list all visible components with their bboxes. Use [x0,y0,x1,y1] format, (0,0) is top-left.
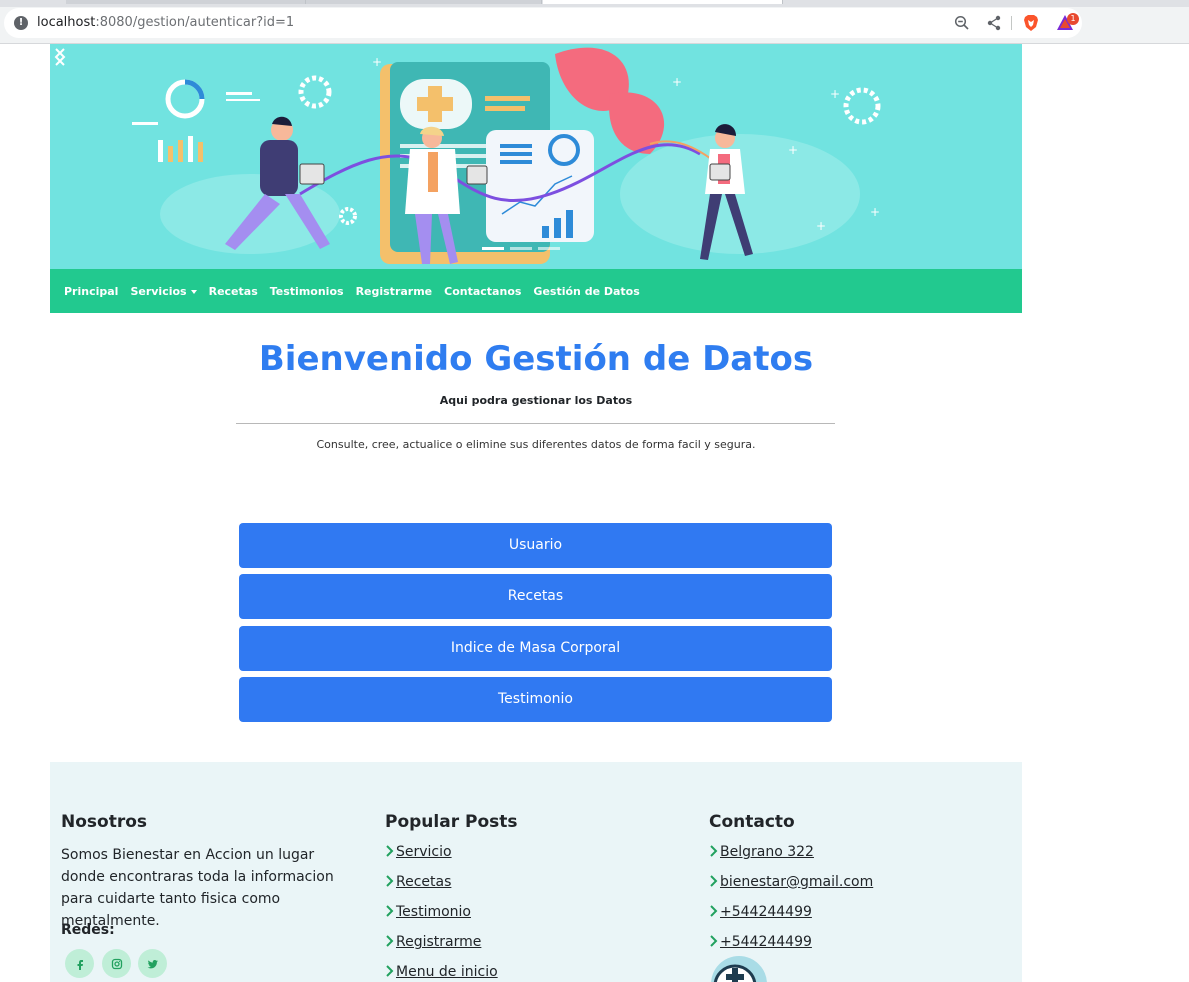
nav-recetas[interactable]: Recetas [209,285,258,298]
chevron-right-icon [386,935,394,947]
rewards-badge: 1 [1067,13,1079,25]
contact-address[interactable]: Belgrano 322 [709,844,814,860]
carousel-indicator[interactable] [510,247,532,250]
svg-text:+: + [816,219,826,233]
svg-text:+: + [788,143,798,157]
nav-gestion-datos[interactable]: Gestión de Datos [533,285,639,298]
browser-tab-active[interactable] [543,0,783,4]
divider [236,423,835,424]
footer-about-title: Nosotros [61,812,148,832]
chevron-right-icon [710,935,718,947]
recetas-button[interactable]: Recetas [239,574,832,619]
usuario-button[interactable]: Usuario [239,523,832,568]
svg-text:+: + [830,87,840,101]
footer-link-servicio[interactable]: Servicio [385,844,452,860]
nav-servicios-label: Servicios [130,284,187,298]
instagram-button[interactable] [102,949,131,978]
browser-tab[interactable] [306,0,542,4]
footer-link-registrarme[interactable]: Registrarme [385,934,481,950]
page-title: Bienvenido Gestión de Datos [258,339,814,379]
chevron-right-icon [386,875,394,887]
url-text[interactable]: localhost:8080/gestion/autenticar?id=1 [37,15,294,30]
chevron-right-icon [386,965,394,977]
facebook-button[interactable] [65,949,94,978]
contact-email[interactable]: bienestar@gmail.com [709,874,873,890]
page-subtitle: Aqui podra gestionar los Datos [439,394,633,407]
page: + + + + + + Principal Servicios Recetas … [0,44,1189,982]
page-description: Consulte, cree, actualice o elimine sus … [316,438,756,451]
medical-team-illustration: + + + + + + [132,47,881,264]
carousel-indicator[interactable] [482,247,504,250]
brave-shields-icon[interactable] [1022,14,1040,32]
share-icon[interactable] [986,15,1002,31]
instagram-icon [111,958,122,969]
carousel-next-icon[interactable] [50,44,70,70]
footer-link-label: Testimonio [396,904,471,920]
testimonio-button[interactable]: Testimonio [239,677,832,722]
caret-down-icon [190,289,197,294]
footer: Nosotros Somos Bienestar en Accion un lu… [50,762,1022,982]
hero-carousel: + + + + + + [50,44,1022,269]
chevron-right-icon [386,905,394,917]
zoom-out-icon[interactable] [954,15,970,31]
twitter-button[interactable] [138,949,167,978]
chevron-right-icon [710,845,718,857]
footer-posts-title: Popular Posts [385,812,518,832]
svg-text:+: + [372,55,382,69]
nav-servicios-dropdown[interactable]: Servicios [130,284,197,298]
toolbar-separator [1011,16,1012,30]
carousel-indicator[interactable] [538,247,560,250]
chevron-right-icon [710,905,718,917]
not-secure-warning-icon[interactable]: ! [14,16,28,30]
footer-link-label: Registrarme [396,934,482,950]
svg-text:+: + [672,75,682,89]
footer-about-text: Somos Bienestar en Accion un lugar donde… [61,847,334,929]
url-host: localhost [37,15,96,30]
footer-link-recetas[interactable]: Recetas [385,874,451,890]
nav-registrarme[interactable]: Registrarme [356,285,433,298]
nav-testimonios[interactable]: Testimonios [270,285,344,298]
contact-phone-2[interactable]: +544244499 [709,934,812,950]
svg-text:+: + [870,205,880,219]
nav-contactanos[interactable]: Contactanos [444,285,521,298]
footer-link-testimonio[interactable]: Testimonio [385,904,471,920]
browser-tab[interactable] [66,0,306,4]
main-navbar: Principal Servicios Recetas Testimonios … [50,269,1022,313]
browser-tabstrip [0,0,1189,7]
site-logo-icon [711,956,767,982]
address-bar[interactable]: ! localhost:8080/gestion/autenticar?id=1… [4,8,1082,38]
footer-link-label: Recetas [396,874,452,890]
contact-label: +544244499 [720,904,812,920]
contact-label: Belgrano 322 [720,844,814,860]
footer-contact-title: Contacto [709,812,795,832]
footer-link-label: Servicio [396,844,452,860]
contact-phone[interactable]: +544244499 [709,904,812,920]
chevron-right-icon [710,875,718,887]
contact-label: bienestar@gmail.com [720,874,874,890]
facebook-icon [77,959,83,970]
url-path: :8080/gestion/autenticar?id=1 [95,15,295,30]
twitter-icon [147,959,158,968]
footer-link-label: Menu de inicio [396,964,498,980]
imc-button[interactable]: Indice de Masa Corporal [239,626,832,671]
contact-label: +544244499 [720,934,812,950]
nav-principal[interactable]: Principal [64,285,118,298]
browser-toolbar: ! localhost:8080/gestion/autenticar?id=1… [0,7,1189,44]
chevron-right-icon [386,845,394,857]
footer-link-menu-inicio[interactable]: Menu de inicio [385,964,498,980]
footer-social-label: Redes: [61,922,115,938]
carousel-indicators [482,247,560,250]
